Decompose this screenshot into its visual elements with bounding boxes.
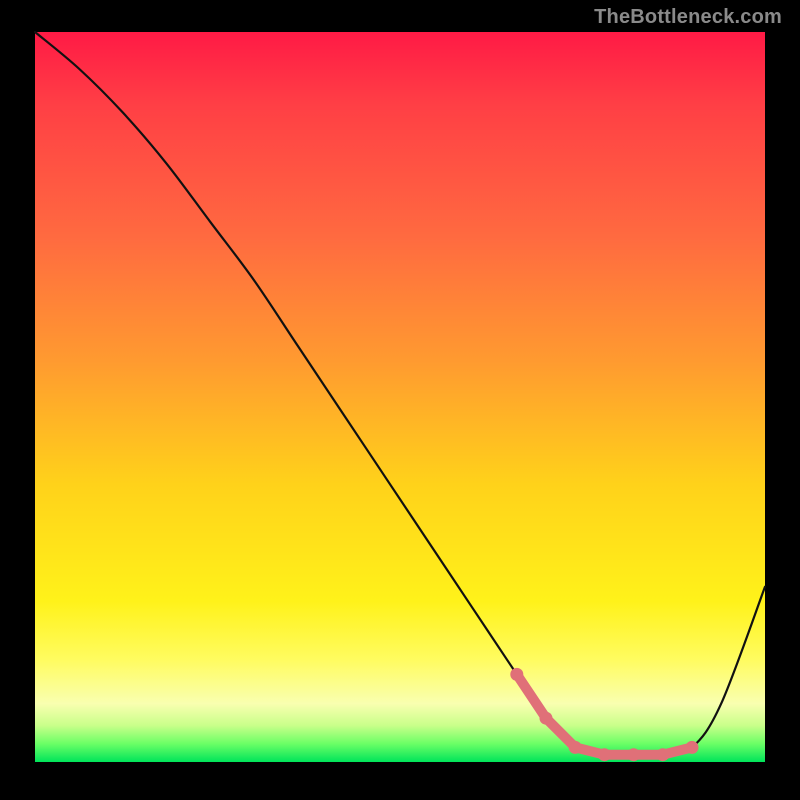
optimal-zone-dot bbox=[598, 748, 611, 761]
chart-svg bbox=[35, 32, 765, 762]
bottleneck-curve-line bbox=[35, 32, 765, 755]
optimal-zone-dot bbox=[540, 712, 553, 725]
optimal-zone-dot bbox=[569, 741, 582, 754]
optimal-zone-dot bbox=[510, 668, 523, 681]
optimal-zone-dot bbox=[656, 748, 669, 761]
watermark-text: TheBottleneck.com bbox=[594, 6, 782, 29]
optimal-zone-dot bbox=[627, 748, 640, 761]
chart-area bbox=[35, 32, 765, 762]
optimal-zone-dot bbox=[686, 741, 699, 754]
